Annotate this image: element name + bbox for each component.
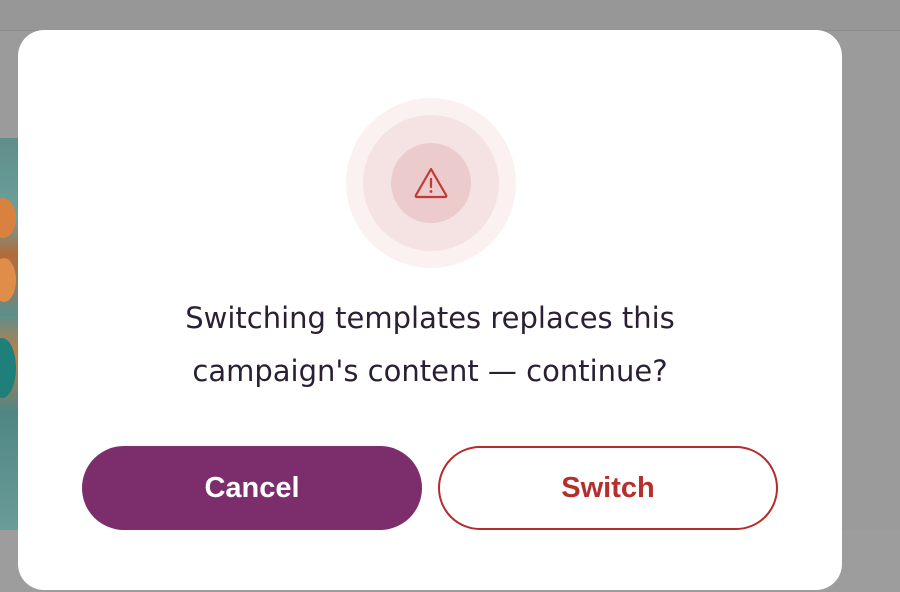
background-header — [0, 0, 900, 31]
background-template-thumbnail — [0, 138, 18, 530]
dialog-message-line-1: Switching templates replaces this — [185, 301, 675, 335]
confirm-switch-template-dialog: Switching templates replaces this campai… — [18, 30, 842, 590]
warning-triangle-icon — [411, 163, 451, 203]
dialog-message: Switching templates replaces this campai… — [118, 292, 742, 398]
alert-badge — [346, 98, 516, 268]
dialog-message-line-2: campaign's content — continue? — [192, 354, 668, 388]
switch-button[interactable]: Switch — [438, 446, 778, 530]
cancel-button[interactable]: Cancel — [82, 446, 422, 530]
